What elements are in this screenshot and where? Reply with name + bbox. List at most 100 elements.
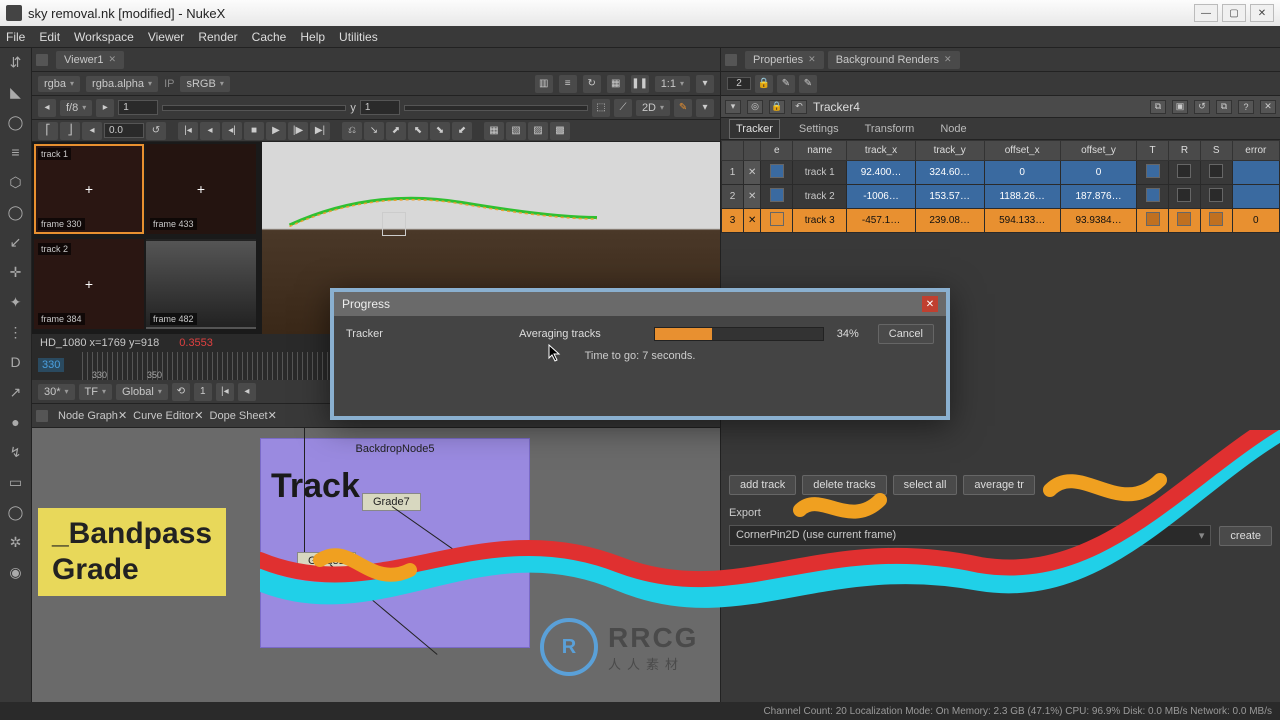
col-header[interactable]: error: [1232, 141, 1279, 161]
cell[interactable]: 0: [984, 161, 1060, 185]
s-checkbox[interactable]: [1209, 188, 1223, 202]
add-track-button[interactable]: add track: [729, 475, 796, 495]
prev-icon[interactable]: ◂: [38, 99, 56, 117]
stop-icon[interactable]: ■: [244, 122, 264, 140]
tab-bg-renders[interactable]: Background Renders✕: [828, 51, 960, 69]
tool-icon[interactable]: ⬊: [430, 122, 450, 140]
fps-dropdown[interactable]: 30*: [38, 384, 75, 400]
menu-help[interactable]: Help: [300, 30, 325, 44]
cell[interactable]: 93.9384…: [1060, 209, 1136, 233]
cell[interactable]: 1188.26…: [984, 185, 1060, 209]
col-header[interactable]: track_y: [915, 141, 984, 161]
tool-icon[interactable]: ⬈: [386, 122, 406, 140]
num-icon[interactable]: 1: [194, 383, 212, 401]
cell[interactable]: 187.876…: [1060, 185, 1136, 209]
chevron-down-icon[interactable]: ▾: [696, 99, 714, 117]
delete-row-icon[interactable]: ✕: [744, 185, 761, 209]
tool-icon[interactable]: ↗: [6, 382, 26, 402]
select-all-button[interactable]: select all: [893, 475, 958, 495]
export-combo[interactable]: CornerPin2D (use current frame): [729, 525, 1211, 546]
float-icon[interactable]: ⧉: [1216, 100, 1232, 114]
r-checkbox[interactable]: [1177, 188, 1191, 202]
create-button[interactable]: create: [1219, 526, 1272, 546]
menu-viewer[interactable]: Viewer: [148, 30, 184, 44]
tab-viewer1[interactable]: Viewer1 ✕: [56, 51, 124, 69]
chevron-down-icon[interactable]: ▾: [696, 75, 714, 93]
gain-slider[interactable]: [162, 105, 346, 111]
cell[interactable]: 594.133…: [984, 209, 1060, 233]
tf-dropdown[interactable]: TF: [79, 384, 112, 400]
col-header[interactable]: e: [761, 141, 793, 161]
close-icon[interactable]: ✕: [808, 54, 816, 65]
gamma-slider[interactable]: [404, 105, 588, 111]
first-frame-icon[interactable]: |◂: [178, 122, 198, 140]
cell[interactable]: 92.400…: [847, 161, 916, 185]
t-checkbox[interactable]: [1146, 188, 1160, 202]
tool-icon[interactable]: ◯: [6, 112, 26, 132]
col-header[interactable]: offset_y: [1060, 141, 1136, 161]
cancel-button[interactable]: Cancel: [878, 324, 934, 344]
zoom-dropdown[interactable]: 1:1: [655, 76, 690, 92]
lut-dropdown[interactable]: sRGB: [180, 76, 229, 92]
center-icon[interactable]: ⧉: [1150, 100, 1166, 114]
first-frame-icon[interactable]: |◂: [216, 383, 234, 401]
r-checkbox[interactable]: [1177, 164, 1191, 178]
col-header[interactable]: track_x: [847, 141, 916, 161]
col-header[interactable]: offset_x: [984, 141, 1060, 161]
proxy-field[interactable]: [118, 100, 158, 115]
snapshot-icon[interactable]: ▣: [1172, 100, 1188, 114]
tool-icon[interactable]: ⎌: [342, 122, 362, 140]
tool-icon[interactable]: ◯: [6, 502, 26, 522]
table-row[interactable]: 2 ✕ track 2 -1006… 153.57… 1188.26… 187.…: [722, 185, 1280, 209]
enable-checkbox[interactable]: [770, 164, 784, 178]
delete-row-icon[interactable]: ✕: [744, 209, 761, 233]
dialog-titlebar[interactable]: Progress ✕: [334, 292, 946, 316]
reset-icon[interactable]: ↺: [146, 122, 166, 140]
tool-icon[interactable]: ✦: [6, 292, 26, 312]
pencil-icon[interactable]: ✎: [799, 75, 817, 93]
panel-count-field[interactable]: [727, 77, 751, 90]
close-icon[interactable]: ✕: [268, 410, 277, 422]
delete-tracks-button[interactable]: delete tracks: [802, 475, 886, 495]
thumb-frame-482[interactable]: frame 482: [146, 239, 256, 329]
tool-icon[interactable]: D: [6, 352, 26, 372]
revert-icon[interactable]: ↺: [1194, 100, 1210, 114]
average-tracks-button[interactable]: average tr: [963, 475, 1035, 495]
tool-icon[interactable]: ▨: [528, 122, 548, 140]
cell[interactable]: 0: [1060, 161, 1136, 185]
tool-icon[interactable]: ↙: [6, 232, 26, 252]
prev-key-icon[interactable]: ◂: [82, 122, 102, 140]
help-icon[interactable]: ?: [1238, 100, 1254, 114]
menu-file[interactable]: File: [6, 30, 25, 44]
chevron-down-icon[interactable]: ▾: [725, 100, 741, 114]
panel-grip-icon[interactable]: [36, 54, 48, 66]
cell[interactable]: 153.57…: [915, 185, 984, 209]
pause-icon[interactable]: ❚❚: [631, 75, 649, 93]
tool-icon[interactable]: ▧: [506, 122, 526, 140]
lock-icon[interactable]: 🔒: [769, 100, 785, 114]
menu-edit[interactable]: Edit: [39, 30, 60, 44]
last-frame-icon[interactable]: ▶|: [310, 122, 330, 140]
dialog-close-icon[interactable]: ✕: [922, 296, 938, 312]
tool-icon[interactable]: ≡: [6, 142, 26, 162]
t-checkbox[interactable]: [1146, 164, 1160, 178]
target-icon[interactable]: ◎: [747, 100, 763, 114]
thumb-track2-384[interactable]: track 2 + frame 384: [34, 239, 144, 329]
tab-curve-editor[interactable]: Curve Editor✕: [133, 409, 203, 422]
cell[interactable]: -457.1…: [847, 209, 916, 233]
tool-icon[interactable]: ▩: [550, 122, 570, 140]
tool-icon[interactable]: ↘: [364, 122, 384, 140]
enable-checkbox[interactable]: [770, 212, 784, 226]
tool-icon[interactable]: ◣: [6, 82, 26, 102]
track-name-cell[interactable]: track 3: [793, 209, 847, 233]
tool-icon[interactable]: ⇵: [6, 52, 26, 72]
close-icon[interactable]: ✕: [944, 54, 952, 65]
subtab-transform[interactable]: Transform: [858, 119, 922, 139]
tool-icon[interactable]: ▦: [484, 122, 504, 140]
step-fwd-icon[interactable]: |▶: [288, 122, 308, 140]
panel-grip-icon[interactable]: [725, 54, 737, 66]
tool-icon[interactable]: ●: [6, 412, 26, 432]
refresh-icon[interactable]: ↻: [583, 75, 601, 93]
sync-icon[interactable]: ⟲: [172, 383, 190, 401]
tab-node-graph[interactable]: Node Graph✕: [58, 409, 127, 422]
